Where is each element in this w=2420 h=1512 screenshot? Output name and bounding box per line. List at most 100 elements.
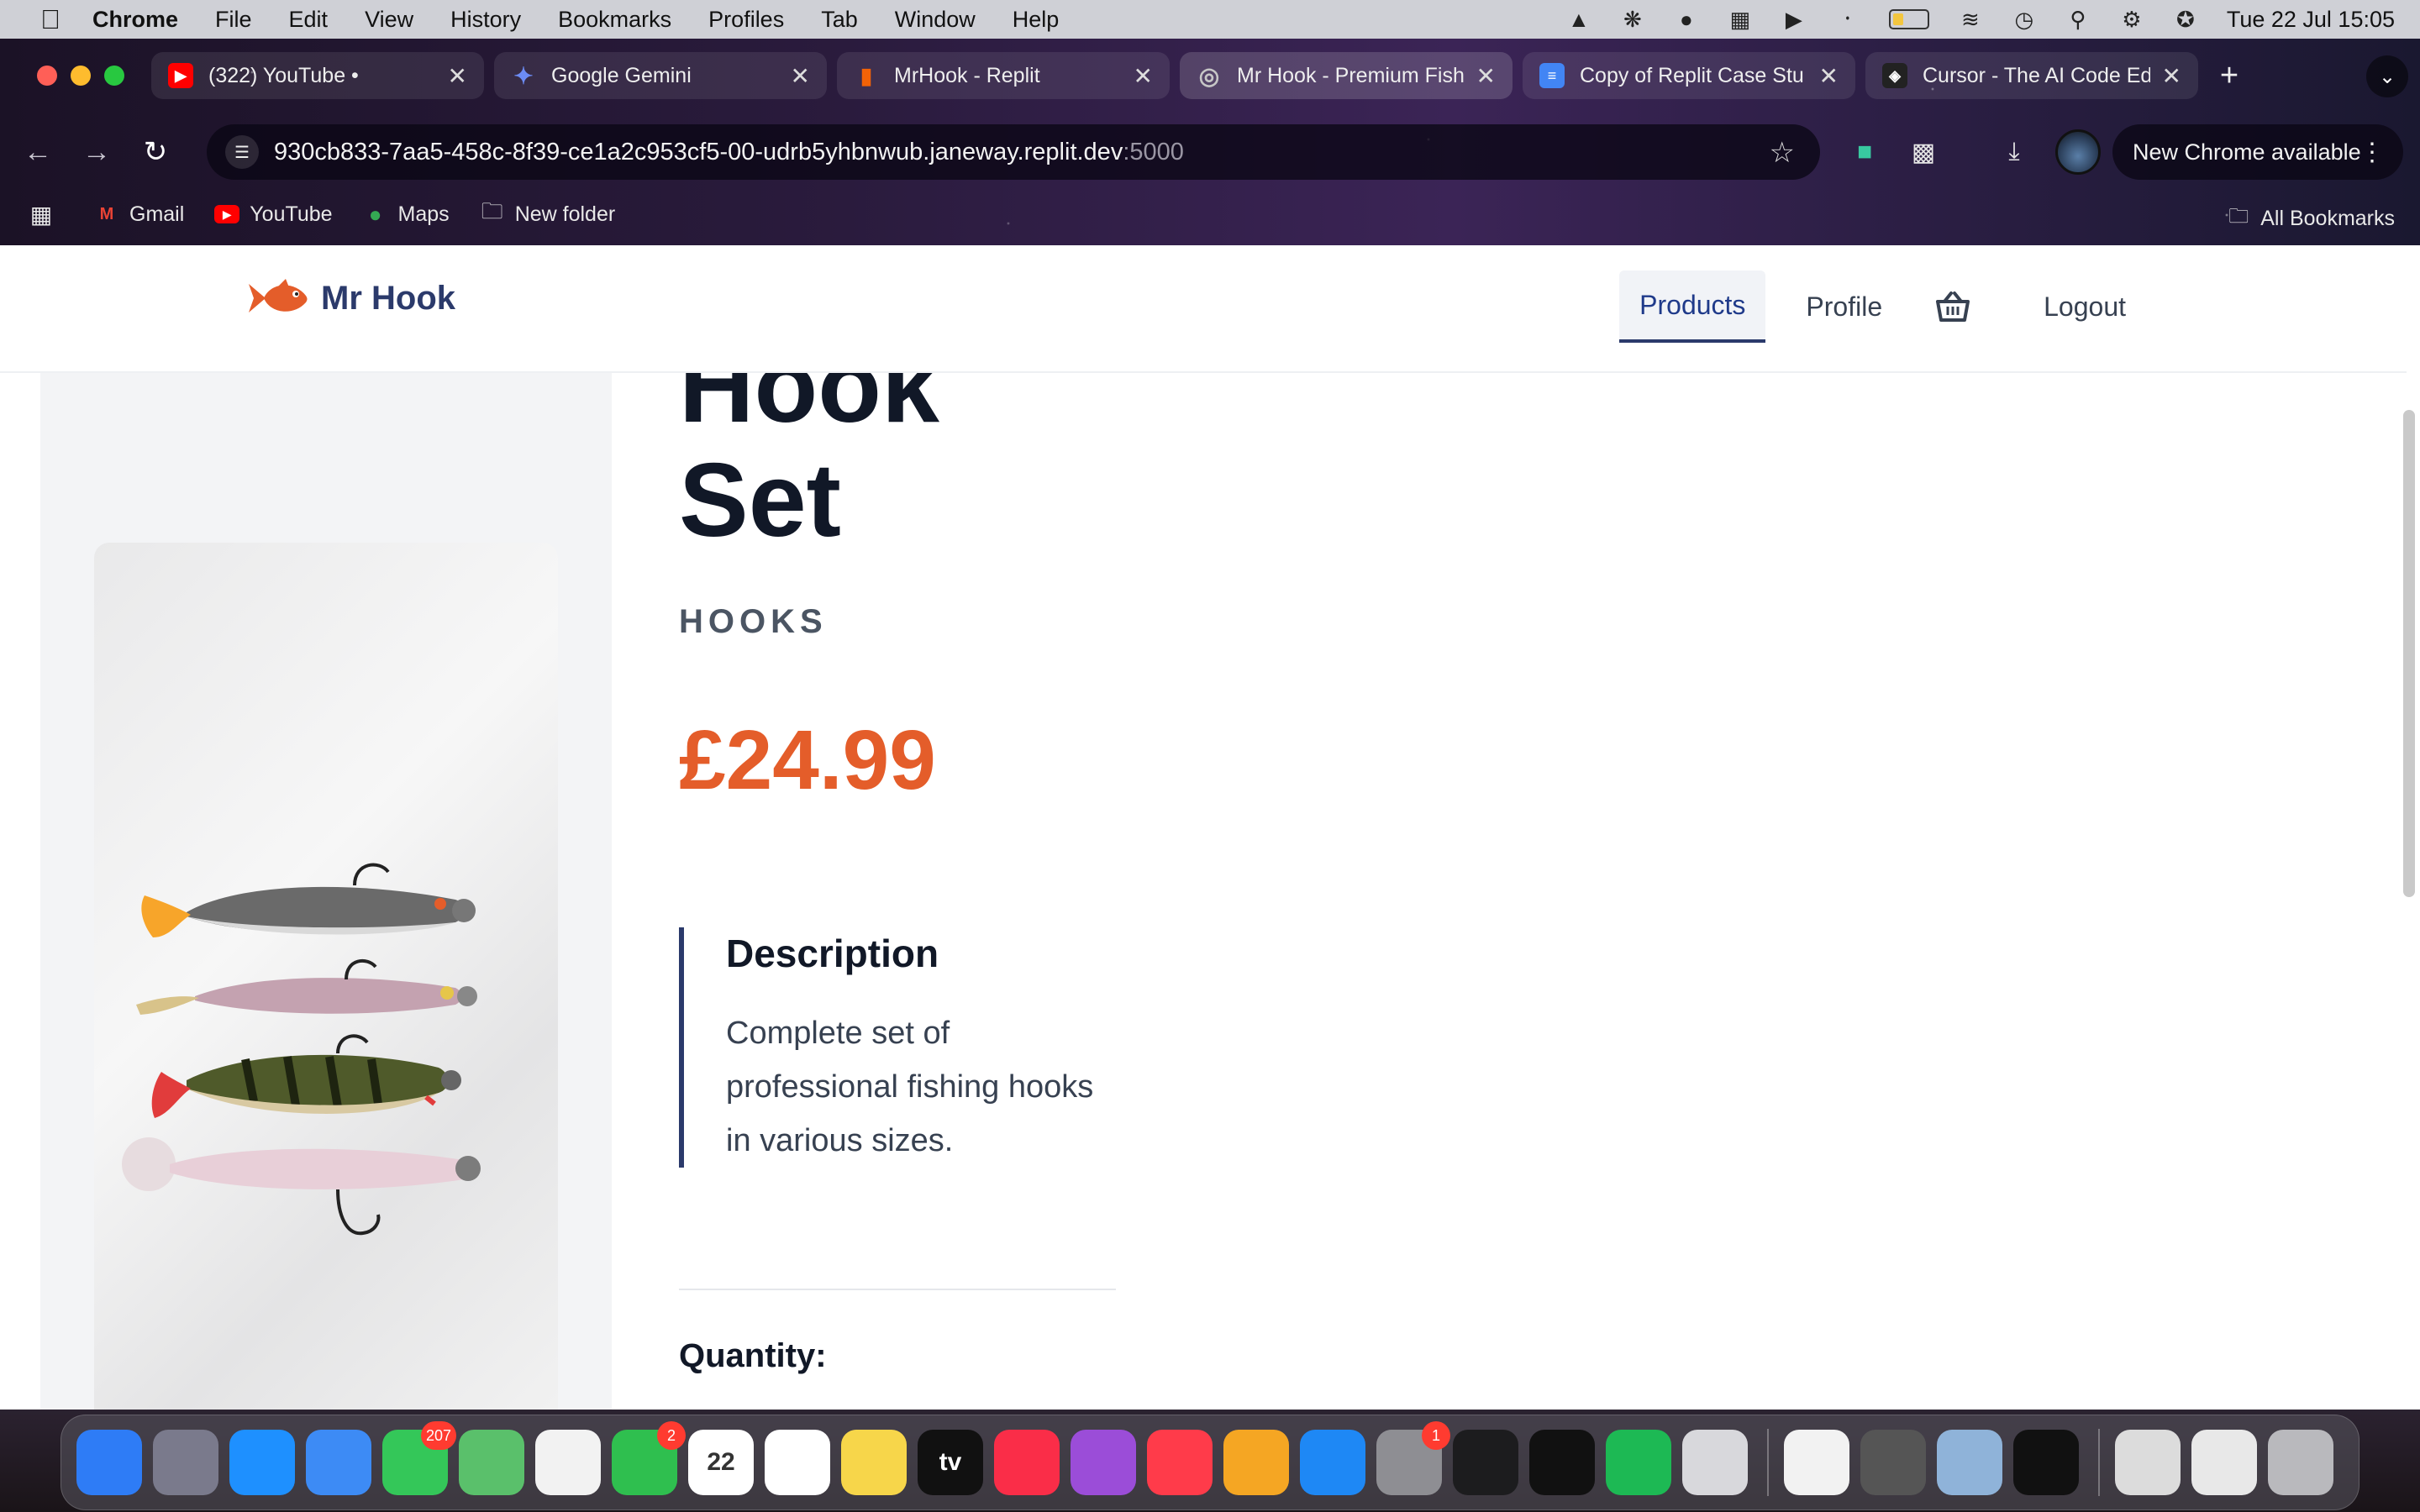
- tab-mr-hook[interactable]: ◎ Mr Hook - Premium Fishi ✕: [1180, 52, 1512, 99]
- trash-icon[interactable]: [2268, 1430, 2333, 1495]
- mail-icon[interactable]: [306, 1430, 371, 1495]
- calendar-icon[interactable]: 22: [688, 1430, 754, 1495]
- extension-icon[interactable]: ■: [1847, 134, 1882, 170]
- menu-app-name[interactable]: Chrome: [92, 7, 178, 33]
- nav-products[interactable]: Products: [1619, 270, 1766, 343]
- time-machine-icon[interactable]: ◷: [2012, 7, 2037, 32]
- pages-icon[interactable]: [1223, 1430, 1289, 1495]
- preview-icon[interactable]: [1937, 1430, 2002, 1495]
- menu-file[interactable]: File: [215, 7, 252, 33]
- tab-gemini[interactable]: ✦ Google Gemini ✕: [494, 52, 827, 99]
- new-tab-button[interactable]: +: [2208, 55, 2250, 97]
- all-bookmarks-button[interactable]: 🗀 All Bookmarks: [2228, 202, 2395, 236]
- cursor-icon[interactable]: [2013, 1430, 2079, 1495]
- close-window-button[interactable]: [37, 66, 57, 86]
- control-center-icon[interactable]: ⚙: [2119, 7, 2144, 32]
- menu-edit[interactable]: Edit: [289, 7, 329, 33]
- tab-google-doc[interactable]: ≡ Copy of Replit Case Stu ✕: [1523, 52, 1855, 99]
- menu-history[interactable]: History: [450, 7, 521, 33]
- music-icon[interactable]: [994, 1430, 1060, 1495]
- bluetooth-icon[interactable]: ᛫: [1835, 7, 1860, 32]
- shopping-basket-icon[interactable]: [1934, 290, 1971, 323]
- back-button[interactable]: ←: [20, 134, 55, 170]
- profile-avatar[interactable]: [2055, 129, 2101, 175]
- close-tab-icon[interactable]: ✕: [1819, 62, 1839, 90]
- extensions-puzzle-icon[interactable]: ▩: [1906, 134, 1941, 170]
- spotlight-search-icon[interactable]: ⚲: [2065, 7, 2091, 32]
- siri-icon[interactable]: ✪: [2173, 7, 2198, 32]
- user-icon[interactable]: ●: [1674, 7, 1699, 32]
- tab-youtube[interactable]: ▶ (322) YouTube • ✕: [151, 52, 484, 99]
- safari-icon[interactable]: [229, 1430, 295, 1495]
- app-store-icon[interactable]: [1300, 1430, 1365, 1495]
- new-chrome-available-button[interactable]: New Chrome available ⋮: [2112, 124, 2403, 180]
- bookmark-youtube[interactable]: ▶ YouTube: [214, 202, 333, 227]
- tab-replit[interactable]: ▮ MrHook - Replit ✕: [837, 52, 1170, 99]
- close-tab-icon[interactable]: ✕: [1134, 62, 1153, 90]
- more-menu-icon[interactable]: ⋮: [2360, 138, 2385, 167]
- download-icon[interactable]: ⤓: [1996, 134, 2032, 170]
- apple-menu-icon[interactable]: : [34, 4, 67, 35]
- menu-profiles[interactable]: Profiles: [708, 7, 784, 33]
- menu-view[interactable]: View: [365, 7, 413, 33]
- zoom-window-button[interactable]: [104, 66, 124, 86]
- menubar-clock[interactable]: Tue 22 Jul 15:05: [2227, 7, 2395, 33]
- chrome-icon[interactable]: [1784, 1430, 1849, 1495]
- spotify-icon[interactable]: [1606, 1430, 1671, 1495]
- reload-button[interactable]: ↻: [138, 134, 173, 170]
- play-icon[interactable]: ▶: [1781, 7, 1807, 32]
- menu-tab[interactable]: Tab: [821, 7, 858, 33]
- messages-icon[interactable]: 207: [382, 1421, 456, 1495]
- menu-help[interactable]: Help: [1013, 7, 1060, 33]
- nav-profile[interactable]: Profile: [1786, 270, 1902, 343]
- brand-name: Mr Hook: [321, 279, 455, 317]
- reminders-icon[interactable]: [765, 1430, 830, 1495]
- wifi-icon[interactable]: ≋: [1958, 7, 1983, 32]
- close-tab-icon[interactable]: ✕: [791, 62, 810, 90]
- menu-window[interactable]: Window: [895, 7, 976, 33]
- close-tab-icon[interactable]: ✕: [1476, 62, 1496, 90]
- page-scrollbar[interactable]: [2403, 410, 2415, 897]
- replit-favicon-icon: ▮: [860, 62, 873, 88]
- logic-icon[interactable]: [1453, 1430, 1518, 1495]
- system-settings-icon[interactable]: 1: [1376, 1421, 1450, 1495]
- url-text[interactable]: 930cb833-7aa5-458c-8f39-ce1a2c953cf5-00-…: [274, 139, 1184, 166]
- bookmark-new-folder[interactable]: 🗀 New folder: [480, 198, 616, 227]
- product-image-panel: [40, 373, 612, 1410]
- launchpad-icon[interactable]: [153, 1430, 218, 1495]
- forward-button[interactable]: →: [79, 134, 114, 170]
- podcasts-icon[interactable]: [1071, 1430, 1136, 1495]
- minimize-window-button[interactable]: [71, 66, 91, 86]
- bookmark-maps[interactable]: ● Maps: [363, 202, 450, 227]
- calculator-icon[interactable]: [1860, 1430, 1926, 1495]
- photos-icon[interactable]: [535, 1430, 601, 1495]
- menu-bookmarks[interactable]: Bookmarks: [558, 7, 671, 33]
- memory-icon[interactable]: ▦: [1728, 7, 1753, 32]
- facetime-icon[interactable]: 2: [612, 1421, 686, 1495]
- address-bar[interactable]: ☰ 930cb833-7aa5-458c-8f39-ce1a2c953cf5-0…: [207, 124, 1820, 180]
- apps-grid-icon[interactable]: ▦: [29, 202, 64, 228]
- product-description-block: Description Complete set of professional…: [679, 927, 1116, 1168]
- close-tab-icon[interactable]: ✕: [448, 62, 467, 90]
- tab-search-chevron-icon[interactable]: ⌄: [2366, 55, 2408, 97]
- product-title-line: Set: [679, 443, 841, 559]
- finder-icon[interactable]: [76, 1430, 142, 1495]
- maps-icon[interactable]: [459, 1430, 524, 1495]
- site-info-icon[interactable]: ☰: [225, 135, 259, 169]
- bookmark-gmail[interactable]: M Gmail: [94, 202, 185, 227]
- brand-logo[interactable]: Mr Hook: [247, 277, 455, 319]
- documents-stack-icon[interactable]: [2191, 1430, 2257, 1495]
- bookmark-star-icon[interactable]: ☆: [1770, 136, 1795, 170]
- downloads-stack-icon[interactable]: [2115, 1430, 2181, 1495]
- tab-cursor[interactable]: ◈ Cursor - The AI Code Ed ✕: [1865, 52, 2198, 99]
- perplexity-icon[interactable]: ❋: [1620, 7, 1645, 32]
- battery-icon[interactable]: [1888, 9, 1929, 29]
- drive-icon[interactable]: ▲: [1566, 7, 1591, 32]
- notes-icon[interactable]: [841, 1430, 907, 1495]
- close-tab-icon[interactable]: ✕: [2162, 62, 2181, 90]
- linear-icon[interactable]: [1529, 1430, 1595, 1495]
- apple-tv-icon[interactable]: tv: [918, 1430, 983, 1495]
- iphone-mirroring-icon[interactable]: [1682, 1430, 1748, 1495]
- nav-logout[interactable]: Logout: [2023, 270, 2146, 343]
- news-icon[interactable]: [1147, 1430, 1213, 1495]
